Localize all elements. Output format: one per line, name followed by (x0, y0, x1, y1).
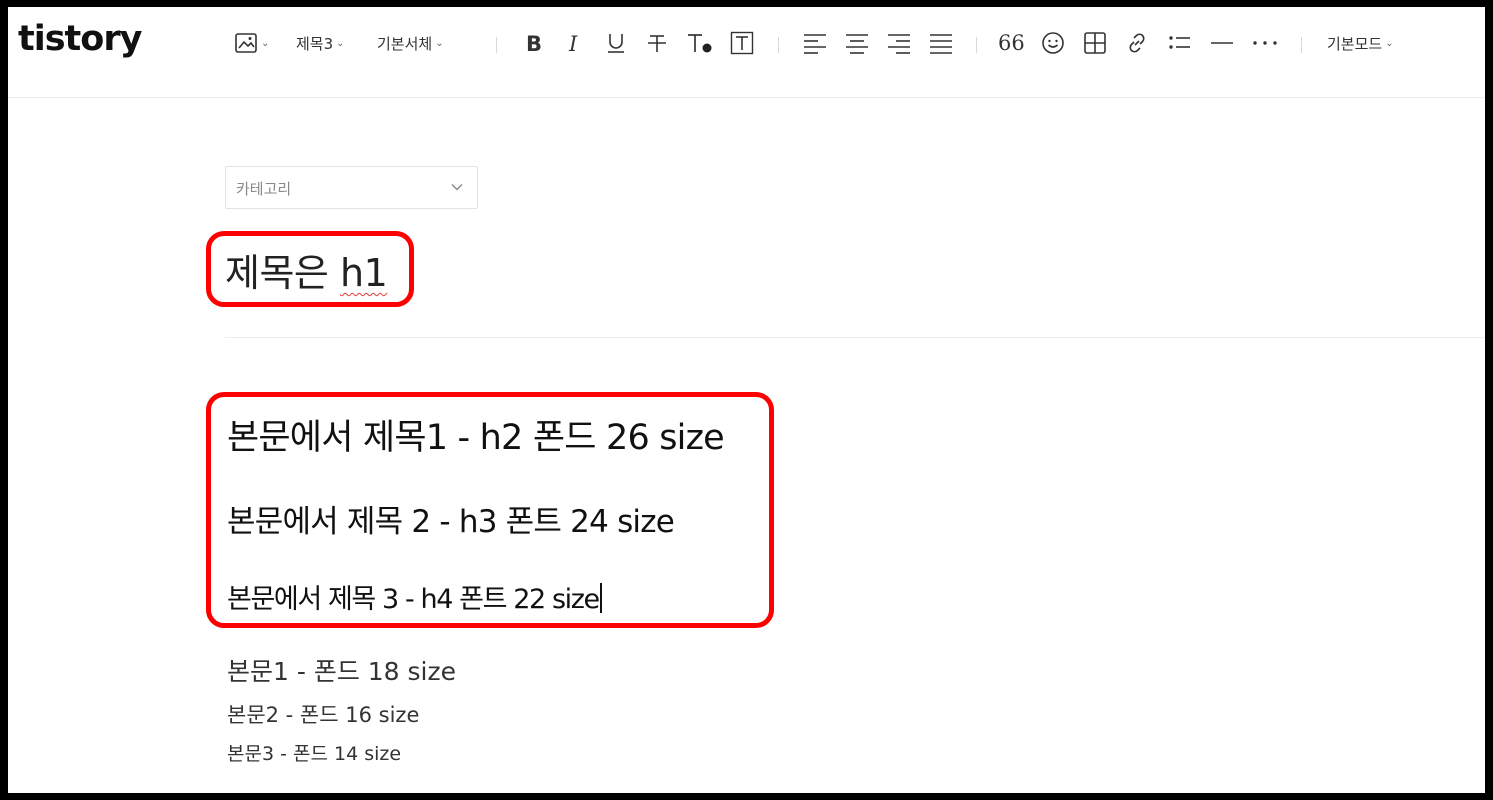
more-icon (1253, 41, 1277, 45)
font-select[interactable]: 기본서체 ⌄ (377, 27, 444, 59)
toolbar-separator (778, 37, 779, 53)
align-justify-icon (930, 34, 952, 54)
italic-icon: I (568, 32, 578, 54)
editor-window: tistory ⌄ 제목3 ⌄ 기본서체 ⌄ B I 66 기본모드 ⌄ 카테고… (8, 7, 1485, 793)
quote-button[interactable]: 66 (998, 27, 1025, 59)
bold-button[interactable]: B (522, 27, 544, 59)
editor-toolbar: tistory ⌄ 제목3 ⌄ 기본서체 ⌄ B I 66 기본모드 ⌄ (8, 7, 1485, 98)
text-background-icon (730, 31, 754, 55)
link-icon (1129, 33, 1145, 53)
svg-text:I: I (568, 32, 578, 54)
title-highlight-box (206, 231, 414, 307)
chevron-down-icon (451, 184, 463, 191)
table-button[interactable] (1083, 27, 1107, 59)
category-placeholder: 카테고리 (236, 180, 292, 198)
body-paragraph-1[interactable]: 본문1 - 폰드 18 size (227, 652, 456, 688)
list-icon (1169, 36, 1190, 49)
text-color-button[interactable] (686, 27, 714, 59)
strikethrough-button[interactable] (646, 27, 668, 59)
chevron-down-icon: ⌄ (435, 37, 444, 49)
link-button[interactable] (1125, 27, 1149, 59)
chevron-down-icon: ⌄ (336, 37, 345, 49)
category-select[interactable]: 카테고리 (225, 166, 478, 209)
body-paragraph-3[interactable]: 본문3 - 폰드 14 size (227, 739, 401, 766)
toolbar-separator (1301, 37, 1302, 53)
headings-highlight-box (206, 392, 774, 628)
toolbar-separator (496, 37, 497, 53)
underline-icon (608, 34, 624, 53)
heading-select-value: 제목3 (296, 34, 334, 53)
horizontal-rule-button[interactable] (1210, 27, 1234, 59)
mode-select-value: 기본모드 (1327, 34, 1383, 53)
emoji-button[interactable] (1041, 27, 1065, 59)
align-center-icon (846, 34, 868, 54)
underline-button[interactable] (605, 27, 627, 59)
mode-select[interactable]: 기본모드 ⌄ (1327, 27, 1394, 59)
toolbar-separator (976, 37, 977, 53)
italic-button[interactable]: I (564, 27, 586, 59)
chevron-down-icon: ⌄ (1385, 37, 1394, 49)
align-right-button[interactable] (887, 27, 911, 59)
emoji-icon (1042, 32, 1064, 54)
title-divider (225, 337, 1485, 338)
image-insert-button[interactable]: ⌄ (234, 27, 269, 59)
align-left-icon (804, 34, 826, 54)
svg-text:B: B (526, 32, 542, 54)
horizontal-rule-icon (1211, 42, 1233, 44)
more-button[interactable] (1252, 27, 1278, 59)
text-background-button[interactable] (730, 27, 754, 59)
table-icon (1084, 32, 1106, 54)
align-justify-button[interactable] (929, 27, 953, 59)
align-center-button[interactable] (845, 27, 869, 59)
align-right-icon (888, 34, 910, 54)
list-button[interactable] (1168, 27, 1192, 59)
font-select-value: 기본서체 (377, 34, 433, 53)
text-color-icon (688, 34, 712, 53)
strikethrough-icon (648, 35, 666, 52)
chevron-down-icon: ⌄ (261, 37, 270, 49)
quote-icon: 66 (998, 31, 1025, 55)
tistory-logo[interactable]: tistory (18, 19, 142, 59)
bold-icon: B (526, 32, 542, 54)
heading-select[interactable]: 제목3 ⌄ (296, 27, 345, 59)
align-left-button[interactable] (803, 27, 827, 59)
image-icon (235, 33, 257, 53)
body-paragraph-2[interactable]: 본문2 - 폰드 16 size (227, 699, 419, 729)
